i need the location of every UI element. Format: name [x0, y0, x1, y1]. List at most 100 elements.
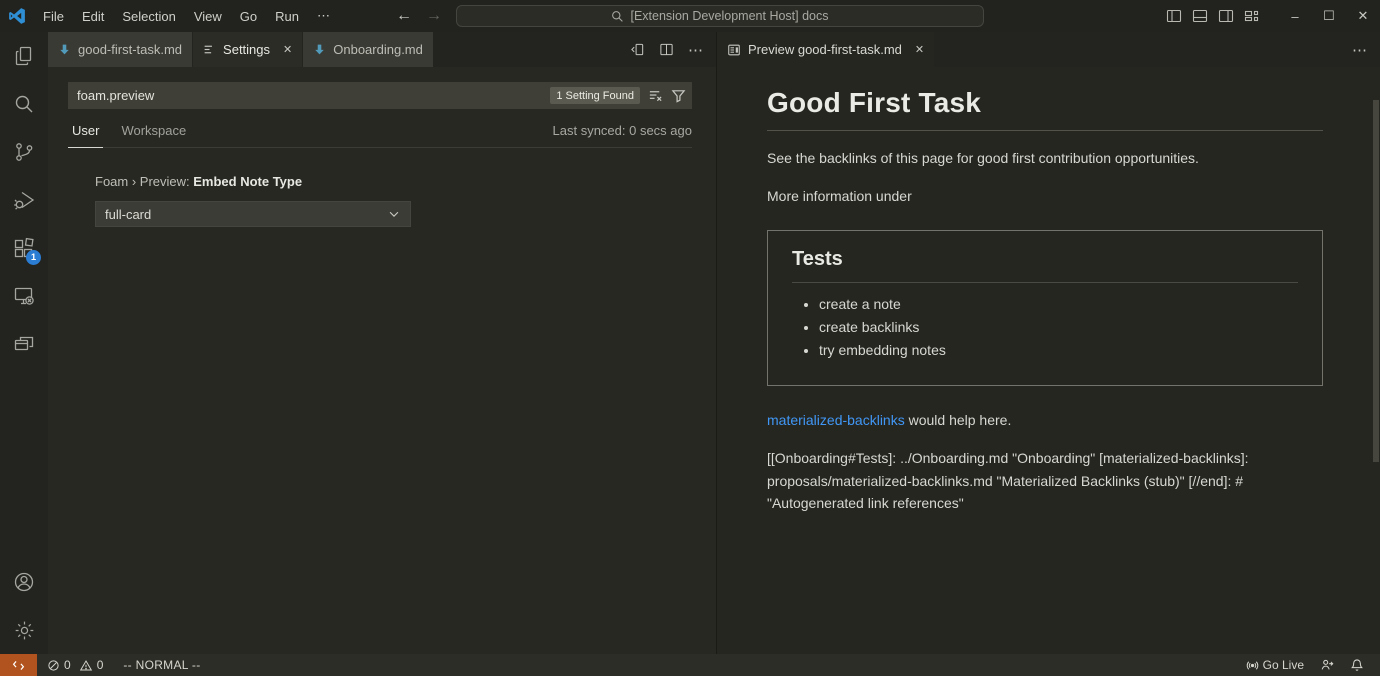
settings-search-row: 1 Setting Found — [68, 82, 692, 109]
menu-edit[interactable]: Edit — [73, 0, 113, 32]
preview-scrollbar-thumb[interactable] — [1373, 100, 1379, 462]
right-tabbar: Preview good-first-task.md ✕ ⋯ — [717, 32, 1380, 67]
menu-selection[interactable]: Selection — [113, 0, 184, 32]
activity-bar: 1 — [0, 32, 48, 654]
editor-area: good-first-task.md Settings ✕ Onboarding… — [48, 32, 1380, 654]
scope-tab-workspace[interactable]: Workspace — [117, 123, 190, 147]
toggle-panel-icon[interactable] — [1192, 8, 1208, 24]
explorer-icon[interactable] — [0, 32, 48, 80]
search-view-icon[interactable] — [0, 80, 48, 128]
warning-count: 0 — [97, 658, 104, 672]
editor-group-left: good-first-task.md Settings ✕ Onboarding… — [48, 32, 716, 654]
markdown-preview-icon — [727, 43, 741, 57]
toggle-secondary-sidebar-icon[interactable] — [1218, 8, 1234, 24]
menu-run[interactable]: Run — [266, 0, 308, 32]
tab-good-first-task[interactable]: good-first-task.md — [48, 32, 192, 67]
source-control-icon[interactable] — [0, 128, 48, 176]
command-center-label: [Extension Development Host] docs — [630, 9, 828, 23]
extensions-icon[interactable]: 1 — [0, 224, 48, 272]
window-close-button[interactable]: ✕ — [1346, 0, 1380, 32]
chevron-down-icon — [387, 207, 401, 221]
accounts-icon[interactable] — [0, 558, 48, 606]
menubar: File Edit Selection View Go Run ⋯ — [34, 0, 339, 32]
manage-settings-gear-icon[interactable] — [0, 606, 48, 654]
remote-explorer-icon[interactable] — [0, 272, 48, 320]
error-icon — [47, 659, 60, 672]
go-live-label: Go Live — [1263, 658, 1304, 672]
editor-layouts-icon[interactable] — [0, 320, 48, 368]
left-tabbar: good-first-task.md Settings ✕ Onboarding… — [48, 32, 716, 67]
titlebar-right-controls: – ☐ ✕ — [1166, 0, 1380, 32]
list-item: create backlinks — [819, 319, 1298, 335]
toggle-primary-sidebar-icon[interactable] — [1166, 8, 1182, 24]
menu-more-icon[interactable]: ⋯ — [308, 0, 339, 32]
link-suffix-text: would help here. — [905, 412, 1012, 428]
setting-item-embed-note-type: Foam › Preview: Embed Note Type full-car… — [95, 174, 716, 227]
feedback-icon[interactable] — [1314, 654, 1340, 676]
tab-close-icon[interactable]: ✕ — [915, 43, 924, 56]
embedded-note-title: Tests — [792, 248, 1298, 283]
markdown-preview-pane: Good First Task See the backlinks of thi… — [717, 67, 1380, 654]
vim-mode-indicator[interactable]: -- NORMAL -- — [117, 654, 206, 676]
clear-settings-search-icon[interactable] — [648, 88, 663, 103]
more-actions-icon[interactable]: ⋯ — [688, 41, 704, 59]
editor-group-sash[interactable] — [716, 32, 717, 654]
tab-preview-good-first-task[interactable]: Preview good-first-task.md ✕ — [717, 32, 934, 67]
tab-settings[interactable]: Settings ✕ — [193, 32, 302, 67]
more-actions-icon[interactable]: ⋯ — [1352, 41, 1368, 59]
run-and-debug-icon[interactable] — [0, 176, 48, 224]
preview-link-paragraph: materialized-backlinks would help here. — [767, 410, 1323, 431]
vscode-logo-icon — [0, 7, 34, 25]
settings-editor: 1 Setting Found User Workspace Last sync… — [48, 67, 716, 654]
go-live-button[interactable]: Go Live — [1240, 654, 1310, 676]
warning-icon — [79, 659, 93, 672]
titlebar: File Edit Selection View Go Run ⋯ ← → [E… — [0, 0, 1380, 32]
setting-category: Foam › Preview: — [95, 174, 193, 189]
history-navigation: ← → — [396, 0, 442, 32]
open-settings-json-icon[interactable] — [630, 42, 645, 57]
broadcast-icon — [1246, 659, 1259, 672]
tab-label: Settings — [223, 42, 270, 57]
embedded-note-card: Tests create a note create backlinks try… — [767, 230, 1323, 386]
materialized-backlinks-link[interactable]: materialized-backlinks — [767, 412, 905, 428]
filter-settings-icon[interactable] — [671, 88, 686, 103]
markdown-file-icon — [58, 43, 71, 56]
command-center-search[interactable]: [Extension Development Host] docs — [456, 5, 984, 27]
settings-scope-tabs: User Workspace Last synced: 0 secs ago — [68, 123, 692, 148]
go-forward-icon[interactable]: → — [426, 7, 442, 25]
markdown-file-icon — [313, 43, 326, 56]
settings-result-count-badge: 1 Setting Found — [550, 87, 640, 104]
link-references-paragraph: [[Onboarding#Tests]: ../Onboarding.md "O… — [767, 447, 1323, 515]
list-item: try embedding notes — [819, 342, 1298, 358]
go-back-icon[interactable]: ← — [396, 7, 412, 25]
embedded-note-list: create a note create backlinks try embed… — [792, 296, 1298, 358]
menu-file[interactable]: File — [34, 0, 73, 32]
extensions-badge: 1 — [26, 250, 41, 265]
settings-editor-icon — [203, 43, 216, 56]
tab-close-icon[interactable]: ✕ — [283, 43, 292, 56]
last-synced-label: Last synced: 0 secs ago — [553, 123, 692, 147]
preview-title: Good First Task — [767, 87, 1323, 131]
window-maximize-button[interactable]: ☐ — [1312, 0, 1346, 32]
menu-view[interactable]: View — [185, 0, 231, 32]
embed-note-type-dropdown[interactable]: full-card — [95, 201, 411, 227]
scope-tab-user[interactable]: User — [68, 123, 103, 148]
tab-label: Onboarding.md — [333, 42, 423, 57]
editor-group-right: Preview good-first-task.md ✕ ⋯ Good Firs… — [717, 32, 1380, 654]
remote-indicator[interactable] — [0, 654, 37, 676]
setting-name: Embed Note Type — [193, 174, 302, 189]
split-editor-icon[interactable] — [659, 42, 674, 57]
tab-onboarding[interactable]: Onboarding.md — [303, 32, 433, 67]
dropdown-value: full-card — [105, 207, 151, 222]
window-minimize-button[interactable]: – — [1278, 0, 1312, 32]
notifications-bell-icon[interactable] — [1344, 654, 1370, 676]
settings-search-input[interactable] — [68, 88, 550, 103]
problems-status[interactable]: 0 0 — [41, 654, 109, 676]
customize-layout-icon[interactable] — [1244, 8, 1260, 24]
tab-label: Preview good-first-task.md — [748, 42, 902, 57]
preview-paragraph: More information under — [767, 186, 1323, 207]
preview-paragraph: See the backlinks of this page for good … — [767, 148, 1323, 169]
menu-go[interactable]: Go — [231, 0, 266, 32]
status-bar: 0 0 -- NORMAL -- Go Live — [0, 654, 1380, 676]
editor-actions: ⋯ — [630, 32, 716, 67]
